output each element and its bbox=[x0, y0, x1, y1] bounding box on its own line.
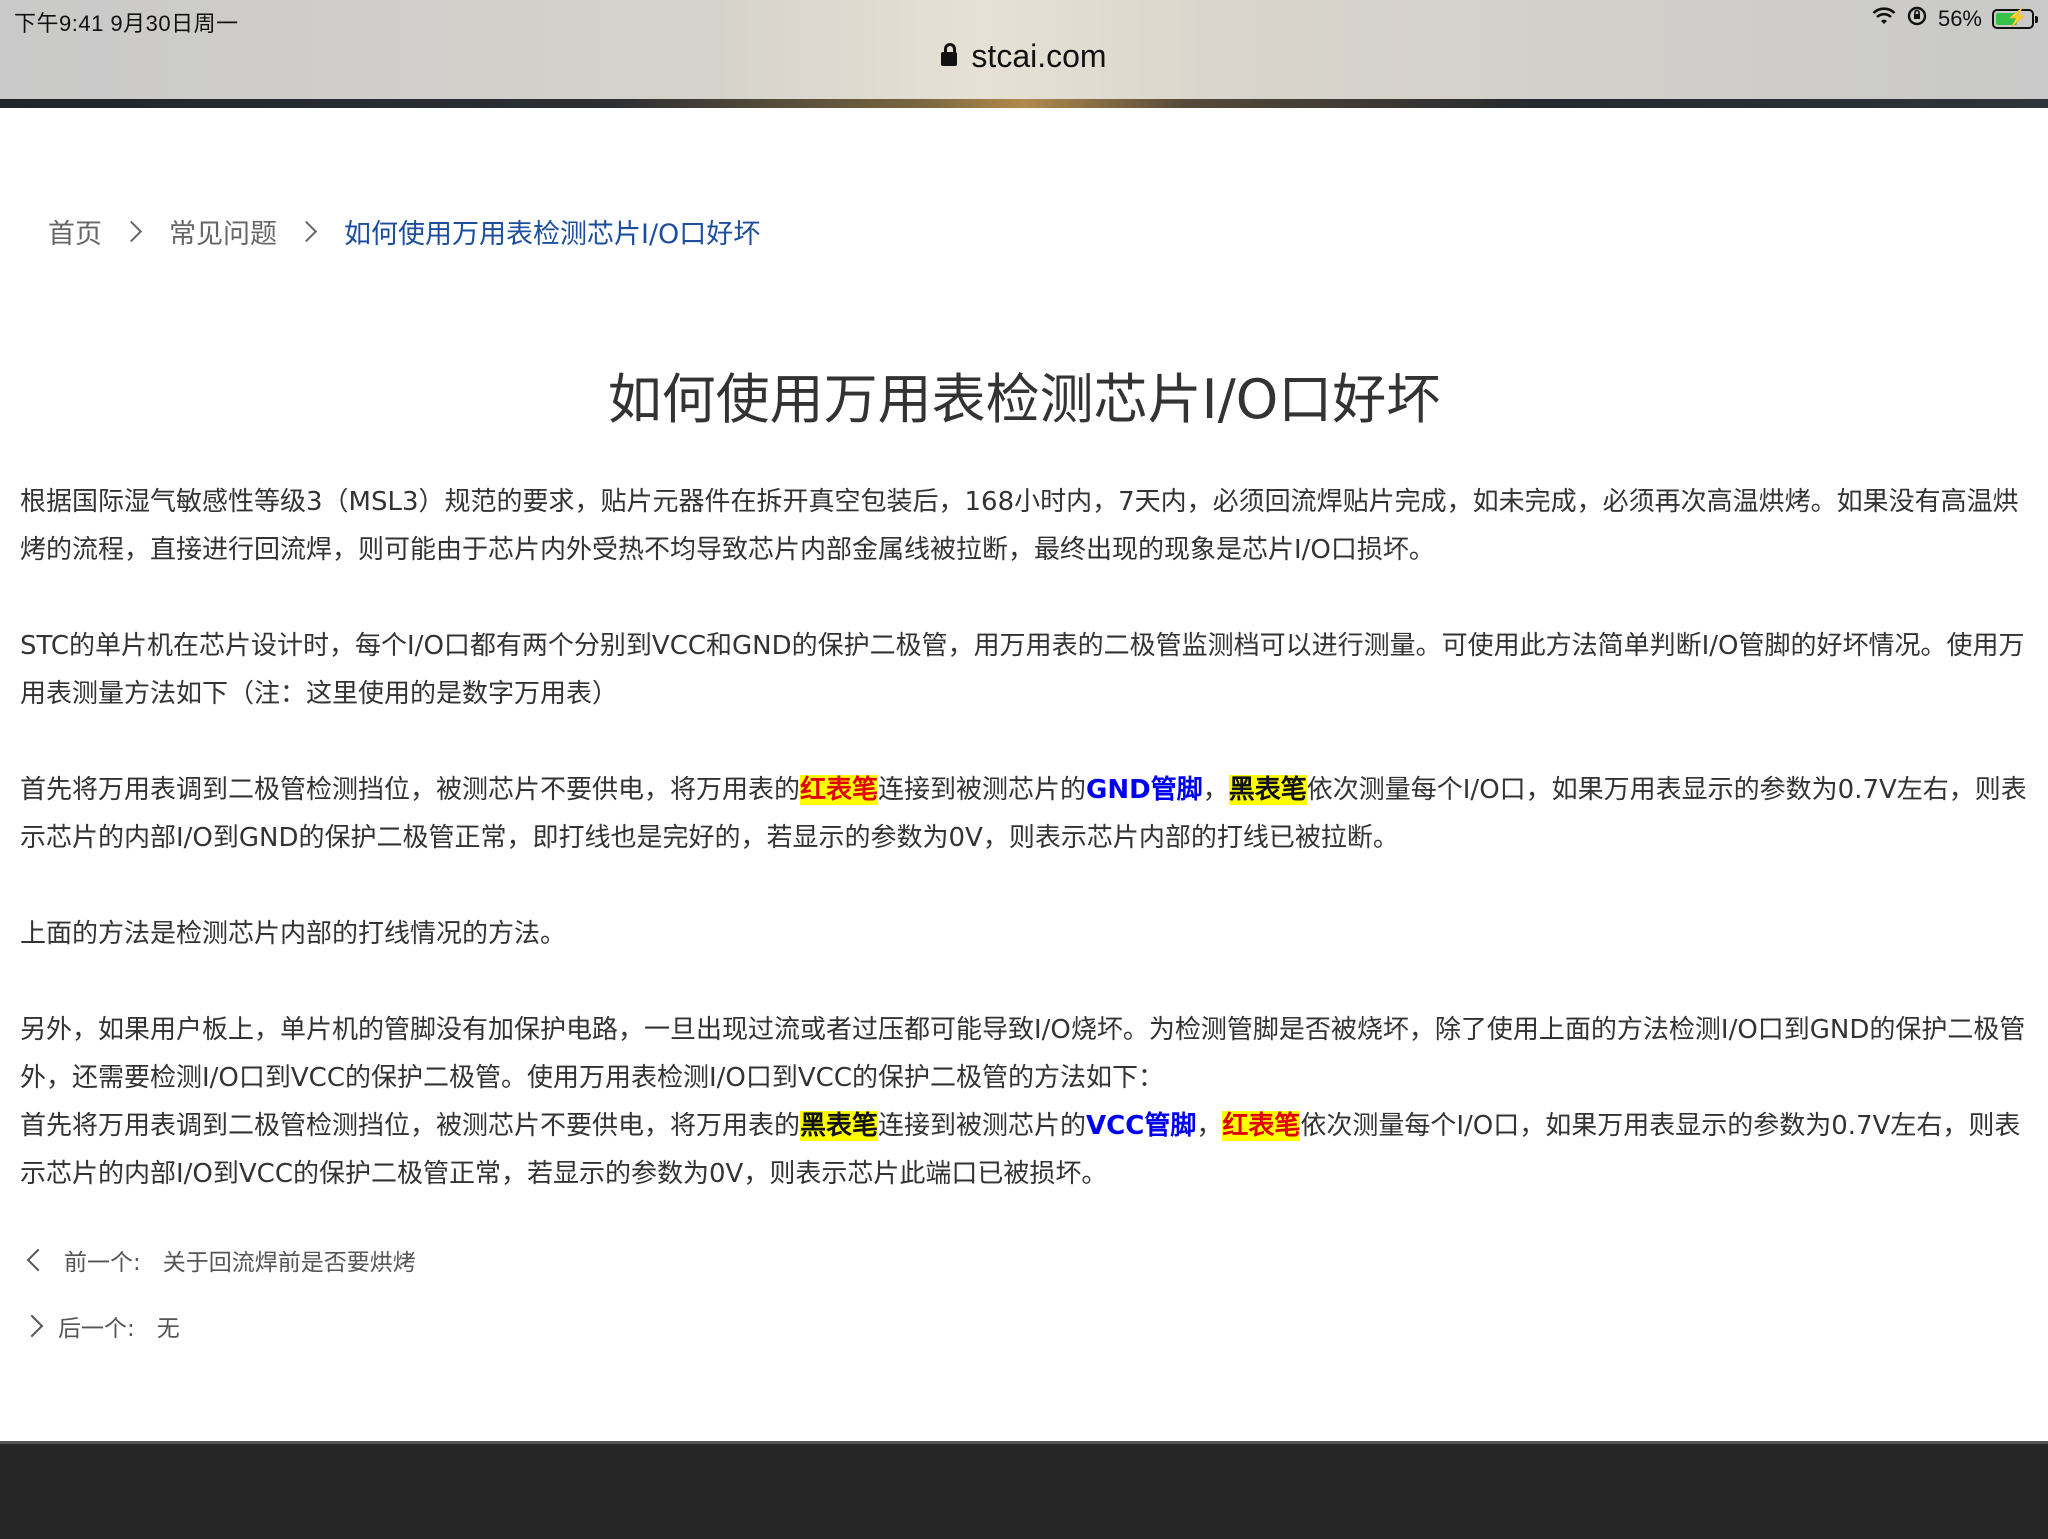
chevron-left-icon bbox=[26, 1248, 50, 1272]
paragraph-vcc-test: 首先将万用表调到二极管检测挡位，被测芯片不要供电，将万用表的黑表笔连接到被测芯片… bbox=[20, 1102, 2032, 1198]
next-article-title: 无 bbox=[156, 1316, 180, 1342]
text-run: 连接到被测芯片的 bbox=[878, 775, 1087, 805]
breadcrumb: 首页 常见问题 如何使用万用表检测芯片I/O口好坏 bbox=[48, 212, 760, 251]
paragraph-msl3: 根据国际湿气敏感性等级3（MSL3）规范的要求，贴片元器件在拆开真空包装后，16… bbox=[20, 487, 2019, 565]
paragraph-gnd-test: 首先将万用表调到二极管检测挡位，被测芯片不要供电，将万用表的红表笔连接到被测芯片… bbox=[20, 766, 2032, 862]
text-run: 首先将万用表调到二极管检测挡位，被测芯片不要供电，将万用表的 bbox=[20, 775, 801, 805]
text-run: 首先将万用表调到二极管检测挡位，被测芯片不要供电，将万用表的 bbox=[20, 1111, 801, 1141]
black-probe-highlight: 黑表笔 bbox=[1228, 775, 1307, 805]
url-text: stcai.com bbox=[971, 38, 1107, 74]
charging-bolt-icon: ⚡ bbox=[2006, 7, 2029, 27]
gnd-pin-text: GND管脚 bbox=[1086, 775, 1203, 805]
breadcrumb-current[interactable]: 如何使用万用表检测芯片I/O口好坏 bbox=[344, 212, 760, 251]
article-body: 根据国际湿气敏感性等级3（MSL3）规范的要求，贴片元器件在拆开真空包装后，16… bbox=[20, 478, 2032, 1198]
page-header-strip bbox=[0, 99, 2048, 108]
next-article-link[interactable]: 后一个: 无 bbox=[20, 1309, 180, 1343]
breadcrumb-home[interactable]: 首页 bbox=[48, 212, 102, 251]
paragraph-protection-diodes: STC的单片机在芯片设计时，每个I/O口都有两个分别到VCC和GND的保护二极管… bbox=[20, 631, 2025, 709]
next-label: 后一个: bbox=[58, 1316, 135, 1342]
battery-icon: ⚡ bbox=[1992, 7, 2038, 29]
battery-percent: 56% bbox=[1937, 6, 1982, 31]
status-time: 下午9:41 9月30日周一 bbox=[14, 11, 239, 36]
red-probe-highlight: 红表笔 bbox=[800, 775, 879, 805]
vcc-pin-text: VCC管脚 bbox=[1086, 1111, 1197, 1141]
status-icons: 56% ⚡ bbox=[1872, 4, 2038, 34]
page-title: 如何使用万用表检测芯片I/O口好坏 bbox=[607, 368, 1441, 431]
chevron-right-icon bbox=[295, 220, 318, 243]
previous-label: 前一个: bbox=[64, 1250, 141, 1276]
paragraph-vcc-intro: 另外，如果用户板上，单片机的管脚没有加保护电路，一旦出现过流或者过压都可能导致I… bbox=[20, 1015, 2026, 1093]
text-run: ， bbox=[1202, 775, 1229, 805]
red-probe-highlight: 红表笔 bbox=[1222, 1111, 1301, 1141]
previous-article-title[interactable]: 关于回流焊前是否要烘烤 bbox=[163, 1243, 416, 1277]
breadcrumb-faq[interactable]: 常见问题 bbox=[169, 212, 277, 251]
chevron-right-icon bbox=[20, 1314, 44, 1338]
browser-top-bar: 下午9:41 9月30日周一 56% ⚡ stcai.com bbox=[0, 0, 2048, 108]
orientation-lock-icon bbox=[1906, 5, 1928, 33]
wifi-icon bbox=[1872, 6, 1896, 32]
lock-icon bbox=[941, 43, 958, 66]
chevron-right-icon bbox=[120, 220, 143, 243]
text-run: ， bbox=[1196, 1111, 1223, 1141]
paragraph-summary: 上面的方法是检测芯片内部的打线情况的方法。 bbox=[20, 919, 567, 949]
address-bar[interactable]: stcai.com bbox=[0, 38, 2048, 75]
site-footer bbox=[0, 1441, 2048, 1539]
black-probe-highlight: 黑表笔 bbox=[800, 1111, 879, 1141]
previous-article-link[interactable]: 前一个: 关于回流焊前是否要烘烤 bbox=[24, 1243, 416, 1277]
text-run: 连接到被测芯片的 bbox=[878, 1111, 1087, 1141]
